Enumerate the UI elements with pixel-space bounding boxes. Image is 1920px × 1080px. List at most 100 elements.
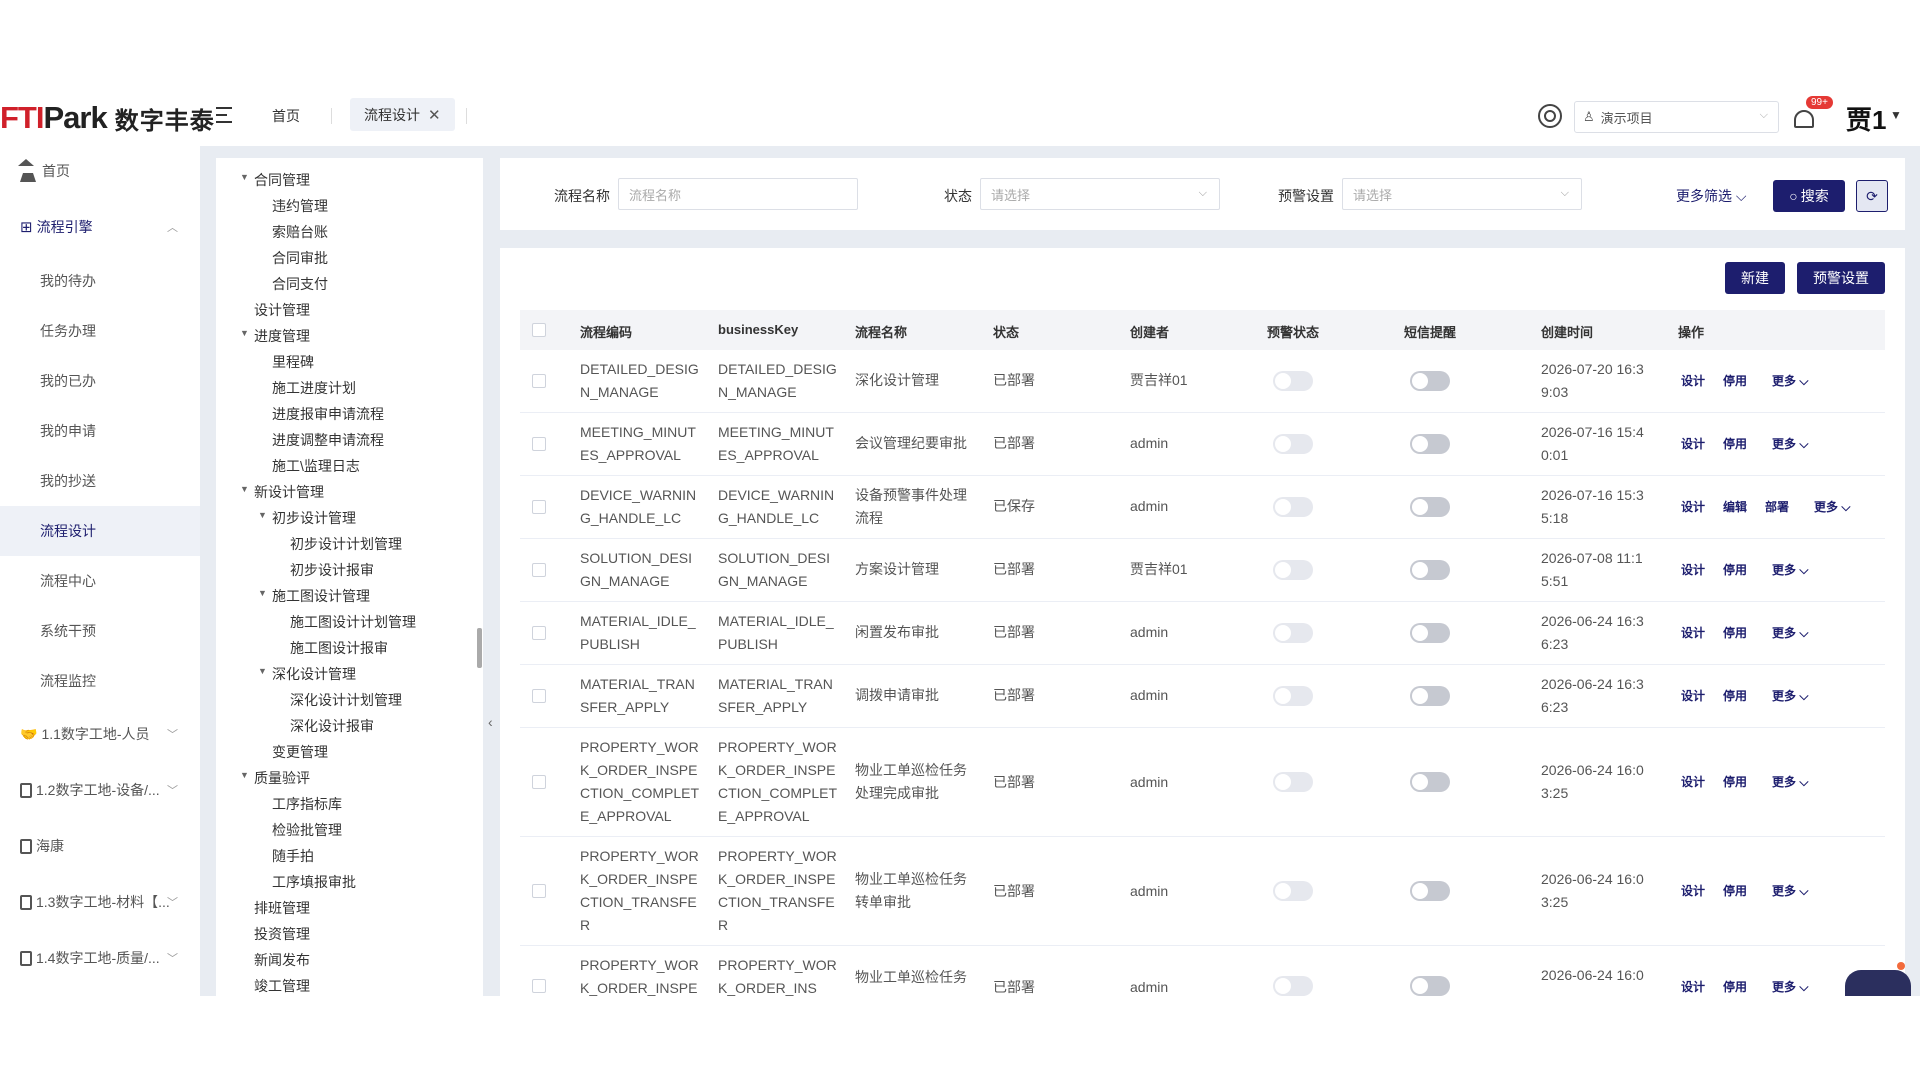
table-row[interactable]: MATERIAL_TRANSFER_APPLY MATERIAL_TRANSFE…: [520, 665, 1885, 728]
bell-icon[interactable]: 99+: [1790, 96, 1833, 134]
tree-node[interactable]: 设计管理: [254, 300, 310, 320]
more-button[interactable]: 更多 ⌵: [1772, 978, 1808, 995]
tree-node[interactable]: ▼ 施工图设计管理: [258, 586, 370, 606]
tree-node[interactable]: 施工进度计划: [272, 378, 356, 398]
more-button[interactable]: 更多 ⌵: [1772, 882, 1808, 899]
tree-node[interactable]: 投资管理: [254, 924, 310, 944]
sidebar-item-equipment[interactable]: 1.2数字工地-设备/... ﹀: [0, 765, 200, 815]
table-row[interactable]: MEETING_MINUTES_APPROVAL MEETING_MINUTES…: [520, 413, 1885, 476]
disable-button[interactable]: 停用: [1723, 687, 1747, 704]
table-row[interactable]: MATERIAL_IDLE_PUBLISH MATERIAL_IDLE_PUBL…: [520, 602, 1885, 665]
tree-node[interactable]: 初步设计计划管理: [290, 534, 402, 554]
caret-down-icon[interactable]: ▼: [1890, 108, 1902, 122]
sms-reminder-toggle[interactable]: [1410, 686, 1450, 706]
design-button[interactable]: 设计: [1681, 561, 1705, 578]
tree-node[interactable]: 进度报审申请流程: [272, 404, 384, 424]
tree-node[interactable]: 施工\监理日志: [272, 456, 360, 476]
disable-button[interactable]: 停用: [1723, 624, 1747, 641]
design-button[interactable]: 设计: [1681, 372, 1705, 389]
user-name[interactable]: 贾1: [1846, 100, 1886, 137]
sms-reminder-toggle[interactable]: [1410, 497, 1450, 517]
tree-node[interactable]: 里程碑: [272, 352, 314, 372]
tree-node[interactable]: ▼ 合同管理: [240, 170, 310, 190]
tree-scrollbar[interactable]: [477, 628, 482, 668]
collapse-panel-icon[interactable]: ‹: [488, 714, 493, 730]
close-icon[interactable]: ✕: [428, 106, 441, 124]
row-checkbox[interactable]: [532, 374, 546, 388]
sms-reminder-toggle[interactable]: [1410, 976, 1450, 996]
warning-status-toggle[interactable]: [1273, 686, 1313, 706]
more-button[interactable]: 更多 ⌵: [1772, 372, 1808, 389]
tree-node[interactable]: 深化设计报审: [290, 716, 374, 736]
tree-node[interactable]: 合同支付: [272, 274, 328, 294]
design-button[interactable]: 设计: [1681, 978, 1705, 995]
sidebar-item-materials[interactable]: 1.3数字工地-材料【... ﹀: [0, 877, 200, 927]
tree-node[interactable]: 检验批管理: [272, 820, 342, 840]
tree-node[interactable]: 竣工管理: [254, 976, 310, 996]
sidebar-item-system-intervention[interactable]: 系统干预: [0, 606, 200, 656]
table-row[interactable]: PROPERTY_WORK_ORDER_INSPECTION_COMPLETE_…: [520, 728, 1885, 837]
tree-node[interactable]: ▼ 深化设计管理: [258, 664, 356, 684]
sidebar-item-process-monitor[interactable]: 流程监控: [0, 656, 200, 706]
sidebar-item-my-applications[interactable]: 我的申请: [0, 406, 200, 456]
sms-reminder-toggle[interactable]: [1410, 434, 1450, 454]
tree-node[interactable]: 工序指标库: [272, 794, 342, 814]
warning-status-toggle[interactable]: [1273, 623, 1313, 643]
tree-node[interactable]: 初步设计报审: [290, 560, 374, 580]
more-button[interactable]: 更多 ⌵: [1772, 435, 1808, 452]
sidebar-item-my-done[interactable]: 我的已办: [0, 356, 200, 406]
row-checkbox[interactable]: [532, 626, 546, 640]
tree-node[interactable]: ▼ 初步设计管理: [258, 508, 356, 528]
sms-reminder-toggle[interactable]: [1410, 881, 1450, 901]
warning-status-toggle[interactable]: [1273, 497, 1313, 517]
menu-toggle-icon[interactable]: [214, 104, 236, 126]
warning-status-toggle[interactable]: [1273, 371, 1313, 391]
row-checkbox[interactable]: [532, 775, 546, 789]
warning-setting-select[interactable]: 请选择 ⌵: [1342, 178, 1582, 210]
sms-reminder-toggle[interactable]: [1410, 371, 1450, 391]
warning-status-toggle[interactable]: [1273, 560, 1313, 580]
more-button[interactable]: 更多 ⌵: [1772, 773, 1808, 790]
sidebar-item-my-todo[interactable]: 我的待办: [0, 256, 200, 306]
tree-node[interactable]: 合同审批: [272, 248, 328, 268]
project-select[interactable]: ♙ 演示项目 ⌵: [1574, 101, 1779, 133]
process-name-input[interactable]: 流程名称: [618, 178, 858, 210]
tree-node[interactable]: ▼ 新设计管理: [240, 482, 324, 502]
design-button[interactable]: 设计: [1681, 498, 1705, 515]
design-button[interactable]: 设计: [1681, 882, 1705, 899]
warning-status-toggle[interactable]: [1273, 434, 1313, 454]
help-icon[interactable]: [1538, 104, 1562, 128]
sms-reminder-toggle[interactable]: [1410, 560, 1450, 580]
table-row[interactable]: PROPERTY_WORK_ORDER_INSPE PROPERTY_WORK_…: [520, 946, 1885, 996]
row-checkbox[interactable]: [532, 979, 546, 993]
search-button[interactable]: ○ 搜索: [1773, 180, 1845, 212]
row-checkbox[interactable]: [532, 689, 546, 703]
design-button[interactable]: 设计: [1681, 687, 1705, 704]
warning-status-toggle[interactable]: [1273, 976, 1313, 996]
tree-node[interactable]: 施工图设计计划管理: [290, 612, 416, 632]
sms-reminder-toggle[interactable]: [1410, 772, 1450, 792]
tree-node[interactable]: 变更管理: [272, 742, 328, 762]
disable-button[interactable]: 停用: [1723, 978, 1747, 995]
warning-status-toggle[interactable]: [1273, 881, 1313, 901]
table-row[interactable]: SOLUTION_DESIGN_MANAGE SOLUTION_DESIGN_M…: [520, 539, 1885, 602]
select-all-checkbox[interactable]: [532, 323, 546, 337]
sidebar-item-quality[interactable]: 1.4数字工地-质量/... ﹀: [0, 933, 200, 983]
tab-process-design[interactable]: 流程设计 ✕: [350, 98, 455, 131]
table-row[interactable]: DETAILED_DESIGN_MANAGE DETAILED_DESIGN_M…: [520, 350, 1885, 413]
sidebar-item-task-handling[interactable]: 任务办理: [0, 306, 200, 356]
tab-home[interactable]: 首页: [272, 106, 300, 126]
more-button[interactable]: 更多 ⌵: [1814, 498, 1850, 515]
design-button[interactable]: 设计: [1681, 773, 1705, 790]
tree-node[interactable]: 随手拍: [272, 846, 314, 866]
tree-node[interactable]: 新闻发布: [254, 950, 310, 970]
disable-button[interactable]: 停用: [1723, 882, 1747, 899]
disable-button[interactable]: 停用: [1723, 561, 1747, 578]
more-filter-button[interactable]: 更多筛选 ⌵: [1676, 186, 1747, 206]
new-button[interactable]: 新建: [1725, 262, 1785, 294]
sidebar-item-home[interactable]: 首页: [0, 146, 200, 196]
deploy-button[interactable]: 部署: [1765, 498, 1789, 515]
sidebar-item-process-design[interactable]: 流程设计: [0, 506, 200, 556]
tree-node[interactable]: 深化设计计划管理: [290, 690, 402, 710]
tree-node[interactable]: 工序填报审批: [272, 872, 356, 892]
